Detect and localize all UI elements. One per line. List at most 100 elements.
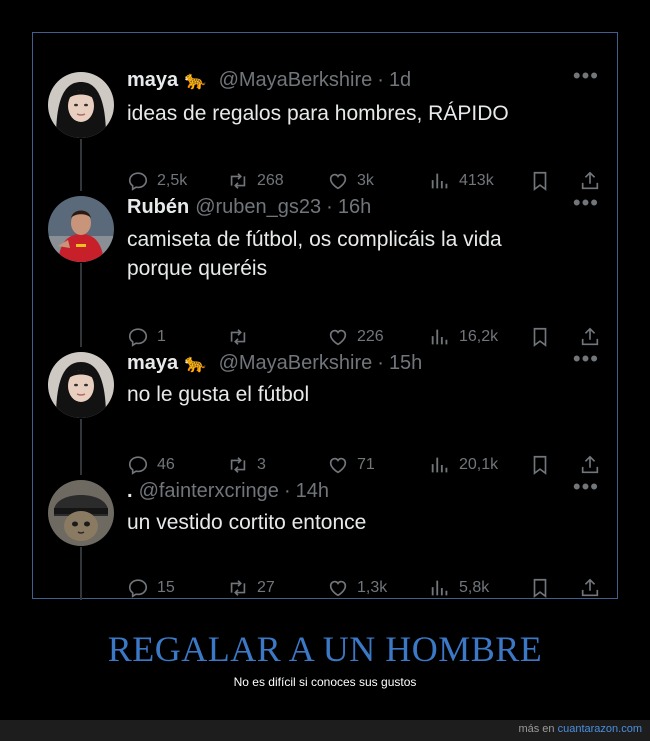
user-handle[interactable]: @MayaBerkshire [219, 352, 373, 375]
bookmark-button[interactable] [529, 574, 551, 602]
views-button[interactable]: 16,2k [429, 323, 498, 351]
share-icon [581, 171, 599, 190]
leopard-emoji-icon: 🐆 [184, 352, 207, 373]
tweet-text-line: porque queréis [127, 257, 268, 280]
more-icon[interactable]: ••• [573, 348, 599, 370]
reply-count: 2,5k [157, 172, 188, 189]
timestamp[interactable]: 16h [338, 196, 371, 219]
tweet-text-line: camiseta de fútbol, os complicáis la vid… [127, 228, 502, 251]
tweet-header: maya 🐆 @MayaBerkshire · 1d [127, 65, 411, 95]
retweet-count: 27 [257, 579, 275, 596]
retweet-icon [230, 329, 246, 345]
avatar[interactable] [48, 72, 114, 138]
views-button[interactable]: 413k [429, 167, 494, 195]
reply-button[interactable]: 46 [127, 451, 175, 479]
tweet-actions: 15 27 1,3k 5,8k [127, 574, 607, 602]
separator-dot: · [283, 479, 291, 502]
meme-title: REGALAR A UN HOMBRE [107, 629, 543, 669]
more-icon[interactable]: ••• [573, 476, 599, 498]
bookmark-icon [533, 455, 547, 475]
thread-container: maya 🐆 @MayaBerkshire · 1d ••• ideas de … [32, 32, 618, 602]
reply-icon [128, 579, 148, 598]
views-icon [431, 173, 448, 189]
avatar[interactable] [48, 196, 114, 262]
views-count: 5,8k [459, 579, 490, 596]
bookmark-icon [533, 578, 547, 598]
share-icon [581, 455, 599, 474]
timestamp[interactable]: 15h [389, 352, 422, 375]
display-name[interactable]: maya [127, 69, 178, 92]
like-count: 71 [357, 456, 375, 473]
bookmark-button[interactable] [529, 323, 551, 351]
display-name[interactable]: Rubén [127, 196, 189, 219]
display-name[interactable]: maya [127, 352, 178, 375]
reply-button[interactable]: 15 [127, 574, 175, 602]
avatar[interactable] [48, 480, 114, 546]
like-count: 226 [357, 328, 384, 345]
views-count: 413k [459, 172, 494, 189]
views-button[interactable]: 5,8k [429, 574, 489, 602]
footer-link[interactable]: cuantarazon.com [558, 723, 642, 735]
bookmark-button[interactable] [529, 451, 551, 479]
thread-connector [80, 547, 82, 600]
tweet-text: no le gusta el fútbol [127, 380, 309, 409]
share-button[interactable] [579, 574, 601, 602]
retweet-button[interactable]: 268 [227, 167, 284, 195]
like-button[interactable]: 3k [327, 167, 374, 195]
more-icon[interactable]: ••• [573, 65, 599, 87]
timestamp[interactable]: 14h [296, 480, 329, 503]
retweet-button[interactable]: 27 [227, 574, 275, 602]
tweet-text: un vestido cortito entonce [127, 508, 366, 537]
bookmark-button[interactable] [529, 167, 551, 195]
separator-dot: · [377, 68, 384, 91]
retweet-button[interactable] [227, 323, 257, 351]
retweet-icon [230, 173, 246, 189]
share-icon [581, 578, 599, 597]
views-button[interactable]: 20,1k [429, 451, 498, 479]
share-icon [581, 327, 599, 346]
user-handle[interactable]: @fainterxcringe [139, 480, 279, 503]
views-icon [431, 580, 448, 596]
meme-subtitle: No es difícil si conoces sus gustos [233, 675, 417, 689]
like-button[interactable]: 71 [327, 451, 375, 479]
footer-credit: más en cuantarazon.com [518, 723, 642, 735]
thread-connector [80, 139, 82, 191]
tweet-text: camiseta de fútbol, os complicáis la vid… [127, 225, 502, 283]
thread-connector [80, 263, 82, 347]
reply-icon [128, 172, 148, 191]
views-icon [431, 457, 448, 473]
reply-button[interactable]: 1 [127, 323, 166, 351]
views-count: 20,1k [459, 456, 499, 473]
tweet-text: ideas de regalos para hombres, RÁPIDO [127, 99, 509, 128]
tweet-actions: 46 3 71 20,1k [127, 451, 607, 479]
more-icon[interactable]: ••• [573, 192, 599, 214]
display-name[interactable]: . [127, 480, 133, 503]
retweet-count: 3 [257, 456, 266, 473]
like-icon [329, 457, 347, 474]
tweet-header: maya 🐆 @MayaBerkshire · 15h [127, 348, 422, 378]
reply-count: 1 [157, 328, 166, 345]
footer-prefix: más en [518, 723, 558, 735]
separator-dot: · [326, 195, 333, 218]
retweet-icon [230, 457, 246, 473]
like-icon [329, 580, 347, 597]
like-button[interactable]: 1,3k [327, 574, 387, 602]
bookmark-icon [533, 171, 547, 191]
like-icon [329, 173, 347, 190]
tweet-actions: 2,5k 268 3k 413k [127, 167, 607, 195]
reply-icon [128, 456, 148, 475]
like-icon [329, 329, 347, 346]
user-handle[interactable]: @MayaBerkshire [219, 69, 373, 92]
views-icon [431, 329, 448, 345]
like-button[interactable]: 226 [327, 323, 384, 351]
reply-icon [128, 328, 148, 347]
thread-connector [80, 419, 82, 475]
timestamp[interactable]: 1d [389, 69, 411, 92]
reply-button[interactable]: 2,5k [127, 167, 187, 195]
retweet-button[interactable]: 3 [227, 451, 266, 479]
views-count: 16,2k [459, 328, 499, 345]
tweet-header: . @fainterxcringe · 14h [127, 476, 329, 506]
footer-bar: más en cuantarazon.com [0, 720, 650, 741]
user-handle[interactable]: @ruben_gs23 [195, 196, 321, 219]
avatar[interactable] [48, 352, 114, 418]
